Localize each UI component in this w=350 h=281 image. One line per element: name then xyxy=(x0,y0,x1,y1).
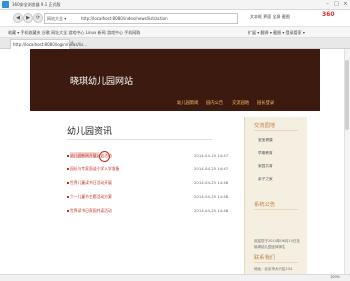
sidebar-divider xyxy=(254,209,298,210)
notice-text-2: 晓琪幼儿园全体师生 xyxy=(254,245,286,249)
bullet-icon xyxy=(67,155,69,157)
news-date: 2014-04-25 14:47 xyxy=(194,153,229,158)
tab-label: http://localhost:8080/login/news/lis... xyxy=(13,42,87,47)
bookmarks-bar: 收藏 ▾ 手机收藏夹 谷歌 网址大全 游戏中心 Linux 新闻 游戏中心 手机… xyxy=(0,27,350,38)
forward-button[interactable]: ▶ xyxy=(23,13,33,23)
nav-item-community[interactable]: 交流园地 xyxy=(232,100,249,106)
browser-brand: 360 xyxy=(322,11,335,18)
sidebar-heading-contact: 联系我们 xyxy=(254,255,276,261)
close-icon[interactable]: × xyxy=(342,1,349,7)
new-tab-icon[interactable]: + xyxy=(70,40,74,46)
bullet-icon xyxy=(67,196,69,198)
site-title: 晓琪幼儿园网站 xyxy=(70,77,134,87)
sidebar-heading-community: 交流园地 xyxy=(254,123,276,129)
bullet-icon xyxy=(67,168,69,170)
sidebar-divider xyxy=(254,262,298,263)
maximize-icon[interactable]: □ xyxy=(333,1,340,7)
url-field[interactable]: 网站大全 ▾ http://localhost:8080/index/news/… xyxy=(44,13,238,24)
minimize-icon[interactable]: – xyxy=(324,1,331,7)
news-title[interactable]: 六一儿童节主题活动方案 xyxy=(70,194,112,200)
notice-text: 欢迎您于2014年06月14日至 xyxy=(254,239,300,243)
nav-item-login[interactable]: 园长登录 xyxy=(257,100,274,106)
sidebar-divider xyxy=(254,130,298,131)
bullet-icon xyxy=(67,210,69,212)
news-date: 2014-04-25 14:48 xyxy=(194,180,229,185)
browser-logo-icon xyxy=(2,1,9,8)
sidebar-link[interactable]: 宝宝健康 xyxy=(258,138,273,143)
window-title: 360安全浏览器 9.1 正式版 xyxy=(12,2,61,7)
main-title: 幼儿园资讯 xyxy=(67,127,113,137)
nav-item-news[interactable]: 幼儿园新闻 xyxy=(177,100,198,106)
news-title[interactable]: 园长与专家面谈小学入学准备 xyxy=(70,166,119,172)
news-title[interactable]: 世界读书日家园共读活动 xyxy=(70,208,112,214)
scroll-thumb[interactable] xyxy=(345,60,349,130)
news-date: 2014-04-25 14:48 xyxy=(194,208,229,213)
news-row[interactable]: 六一儿童节主题活动方案 2014-04-25 14:48 xyxy=(67,194,260,200)
news-row[interactable]: 世界读书日家园共读活动 2014-04-25 14:48 xyxy=(67,208,260,214)
title-bar: 360安全浏览器 9.1 正式版 – □ × xyxy=(0,0,350,10)
news-date: 2014-04-25 14:47 xyxy=(194,166,229,171)
news-row[interactable]: 世界儿童读书日活动开展 2014-04-25 14:48 xyxy=(67,180,260,186)
sidebar-link[interactable]: 早期教育 xyxy=(258,151,273,156)
sidebar-heading-notice: 系统公告 xyxy=(254,202,276,208)
nav-item-notice[interactable]: 园内公告 xyxy=(206,100,223,106)
news-row[interactable]: 幼儿园新闻开展公益活动 2014-04-25 14:47 xyxy=(67,153,260,159)
sidebar-link[interactable]: 亲子之家 xyxy=(258,177,273,182)
back-button[interactable]: ◀ xyxy=(13,13,23,23)
zoom-level[interactable]: 100% xyxy=(330,275,340,279)
news-title[interactable]: 世界儿童读书日活动开展 xyxy=(70,180,112,186)
news-title[interactable]: 幼儿园新闻开展公益活动 xyxy=(70,153,112,159)
url-text: http://localhost:8080/index/news/list/ac… xyxy=(81,16,168,21)
sidebar-link[interactable]: 家园共育 xyxy=(258,164,273,169)
right-tools[interactable]: 文本框 界面 全屏 截图 xyxy=(250,14,290,20)
news-row[interactable]: 园长与专家面谈小学入学准备 2014-04-25 14:47 xyxy=(67,166,260,172)
news-date: 2014-04-25 14:48 xyxy=(194,194,229,199)
bookmarks-right[interactable]: 扩展 ▾ 翻译 ▾ 截图 ▾ 登录管家 ▾ xyxy=(248,30,305,36)
bullet-icon xyxy=(67,182,69,184)
bookmarks-left[interactable]: 收藏 ▾ 手机收藏夹 谷歌 网址大全 游戏中心 Linux 新闻 游戏中心 手机… xyxy=(8,30,140,36)
refresh-button[interactable]: ⟳ xyxy=(33,13,43,23)
url-prefix: 网站大全 ▾ xyxy=(47,16,67,21)
contact-text: 地址：北京市大兴区234 xyxy=(254,267,293,271)
browser-tab[interactable]: http://localhost:8080/login/news/lis... xyxy=(10,39,87,49)
divider xyxy=(67,139,212,140)
